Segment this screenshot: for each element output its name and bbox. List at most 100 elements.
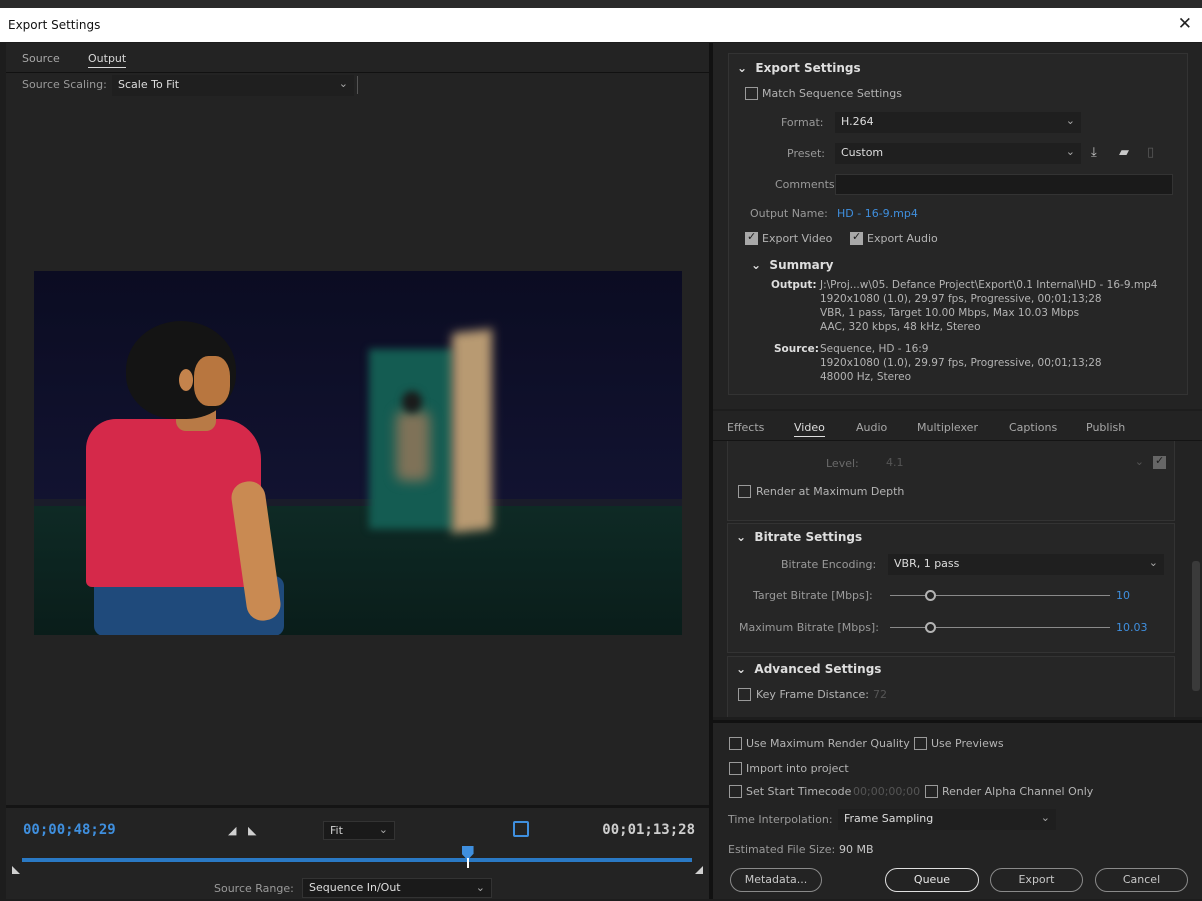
max-bitrate-slider[interactable]: [890, 627, 1110, 628]
key-frame-checkbox[interactable]: [738, 688, 751, 701]
end-timecode: 00;01;13;28: [602, 822, 695, 838]
tab-captions[interactable]: Captions: [1009, 421, 1057, 434]
export-audio-checkbox[interactable]: [850, 230, 863, 245]
summary-source-key: Source:: [774, 343, 819, 355]
window-title: Export Settings: [8, 18, 101, 32]
tab-effects[interactable]: Effects: [727, 421, 764, 434]
summary-title: Summary: [769, 258, 834, 272]
export-settings-group: ⌄ Export Settings Match Sequence Setting…: [728, 53, 1188, 395]
source-scaling-row: Source Scaling: Scale To Fit ⌄: [6, 74, 709, 96]
preset-dropdown[interactable]: Custom ⌄: [835, 143, 1081, 164]
cancel-button[interactable]: Cancel: [1095, 868, 1188, 892]
metadata-button[interactable]: Metadata...: [730, 868, 822, 892]
chevron-down-icon: ⌄: [378, 823, 388, 836]
collapse-icon: ⌄: [751, 258, 770, 272]
timeline-track[interactable]: [22, 858, 692, 862]
tab-audio[interactable]: Audio: [856, 421, 887, 434]
format-label: Format:: [781, 116, 824, 129]
preview-panel: Source Output Source Scaling: Scale To F…: [6, 43, 709, 899]
advanced-settings-header[interactable]: ⌄ Advanced Settings: [736, 662, 881, 676]
key-frame-value: 72: [873, 688, 887, 701]
summary-header[interactable]: ⌄ Summary: [751, 258, 833, 272]
video-settings-scrollbar[interactable]: [1192, 561, 1200, 691]
level-value: 4.1: [886, 456, 904, 469]
source-range-value: Sequence In/Out: [309, 881, 401, 894]
preview-background-figure: [396, 411, 430, 481]
chevron-down-icon: ⌄: [338, 77, 348, 90]
output-name-label: Output Name:: [750, 207, 828, 220]
export-button[interactable]: Export: [990, 868, 1083, 892]
mark-out-icon[interactable]: ◣: [248, 824, 256, 837]
import-preset-icon[interactable]: ▰: [1119, 145, 1129, 160]
file-size-value: 90 MB: [839, 843, 874, 856]
aspect-ratio-icon[interactable]: [513, 821, 529, 837]
import-project-checkbox[interactable]: [729, 762, 742, 775]
export-video-label: Export Video: [762, 232, 833, 245]
tab-video[interactable]: Video: [794, 421, 825, 437]
save-preset-icon[interactable]: ⤓: [1091, 145, 1097, 160]
video-settings-panel[interactable]: Level: 4.1 ⌄ Render at Maximum Depth ⌄ B…: [713, 441, 1202, 717]
time-interpolation-label: Time Interpolation:: [728, 813, 833, 826]
collapse-icon: ⌄: [737, 61, 756, 75]
tab-multiplexer[interactable]: Multiplexer: [917, 421, 978, 434]
current-timecode[interactable]: 00;00;48;29: [23, 822, 116, 838]
summary-output-line: 1920x1080 (1.0), 29.97 fps, Progressive,…: [820, 293, 1102, 305]
summary-source-line: 1920x1080 (1.0), 29.97 fps, Progressive,…: [820, 357, 1102, 369]
target-bitrate-slider[interactable]: [890, 595, 1110, 596]
export-settings-header[interactable]: ⌄ Export Settings: [737, 61, 861, 75]
format-dropdown[interactable]: H.264 ⌄: [835, 112, 1081, 133]
bitrate-encoding-dropdown[interactable]: VBR, 1 pass ⌄: [888, 554, 1164, 575]
zoom-value: Fit: [330, 824, 343, 837]
queue-button[interactable]: Queue: [885, 868, 979, 892]
zoom-dropdown[interactable]: Fit ⌄: [323, 821, 395, 840]
close-icon[interactable]: ✕: [1178, 14, 1192, 34]
key-frame-label: Key Frame Distance:: [756, 688, 870, 701]
preset-label: Preset:: [787, 147, 826, 160]
source-range-dropdown[interactable]: Sequence In/Out ⌄: [302, 878, 492, 898]
preview-boy-face: [194, 356, 230, 406]
export-settings-panel: ⌄ Export Settings Match Sequence Setting…: [713, 43, 1202, 409]
source-scaling-dropdown[interactable]: Scale To Fit ⌄: [112, 75, 354, 96]
target-bitrate-knob[interactable]: [925, 590, 936, 601]
playback-bar: 00;00;48;29 ◢ ◣ Fit ⌄ 00;01;13;28 Source…: [6, 805, 709, 899]
max-bitrate-value[interactable]: 10.03: [1116, 621, 1148, 634]
export-video-checkbox[interactable]: [745, 230, 758, 245]
format-value: H.264: [841, 115, 874, 128]
tab-source[interactable]: Source: [22, 52, 60, 65]
bitrate-settings-header[interactable]: ⌄ Bitrate Settings: [736, 530, 862, 544]
chevron-down-icon: ⌄: [1065, 145, 1075, 158]
tab-publish[interactable]: Publish: [1086, 421, 1125, 434]
summary-output-line: VBR, 1 pass, Target 10.00 Mbps, Max 10.0…: [820, 307, 1080, 319]
time-interpolation-dropdown[interactable]: Frame Sampling ⌄: [838, 809, 1056, 830]
in-point-marker[interactable]: [12, 866, 20, 874]
render-alpha-checkbox[interactable]: [925, 785, 938, 798]
collapse-icon: ⌄: [736, 530, 755, 544]
playhead-line: [466, 858, 469, 868]
time-interpolation-value: Frame Sampling: [844, 812, 934, 825]
summary-output-line: J:\Proj...w\05. Defance Project\Export\0…: [820, 279, 1158, 291]
out-point-marker[interactable]: [695, 866, 703, 874]
max-bitrate-knob[interactable]: [925, 622, 936, 633]
chevron-down-icon: ⌄: [1148, 556, 1158, 569]
bitrate-settings-title: Bitrate Settings: [754, 530, 863, 544]
import-project-label: Import into project: [746, 762, 849, 775]
export-options-panel: Use Maximum Render Quality Use Previews …: [713, 720, 1202, 899]
mark-in-icon[interactable]: ◢: [228, 824, 236, 837]
use-max-render-checkbox[interactable]: [729, 737, 742, 750]
output-name-link[interactable]: HD - 16-9.mp4: [837, 207, 918, 220]
level-match-checkbox: [1153, 454, 1166, 469]
advanced-settings-group: ⌄ Advanced Settings Key Frame Distance: …: [727, 656, 1175, 717]
divider: [357, 76, 358, 94]
video-preview: [34, 271, 682, 635]
delete-preset-icon[interactable]: ▯: [1147, 145, 1154, 160]
render-max-depth-checkbox[interactable]: [738, 485, 751, 498]
set-start-timecode-checkbox[interactable]: [729, 785, 742, 798]
use-previews-checkbox[interactable]: [914, 737, 927, 750]
preview-door-panel: [452, 328, 492, 534]
collapse-icon: ⌄: [736, 662, 755, 676]
chevron-down-icon: ⌄: [1065, 114, 1075, 127]
target-bitrate-value[interactable]: 10: [1116, 589, 1130, 602]
match-sequence-checkbox[interactable]: [745, 87, 758, 100]
tab-output[interactable]: Output: [88, 52, 127, 68]
comments-input[interactable]: [835, 174, 1173, 195]
